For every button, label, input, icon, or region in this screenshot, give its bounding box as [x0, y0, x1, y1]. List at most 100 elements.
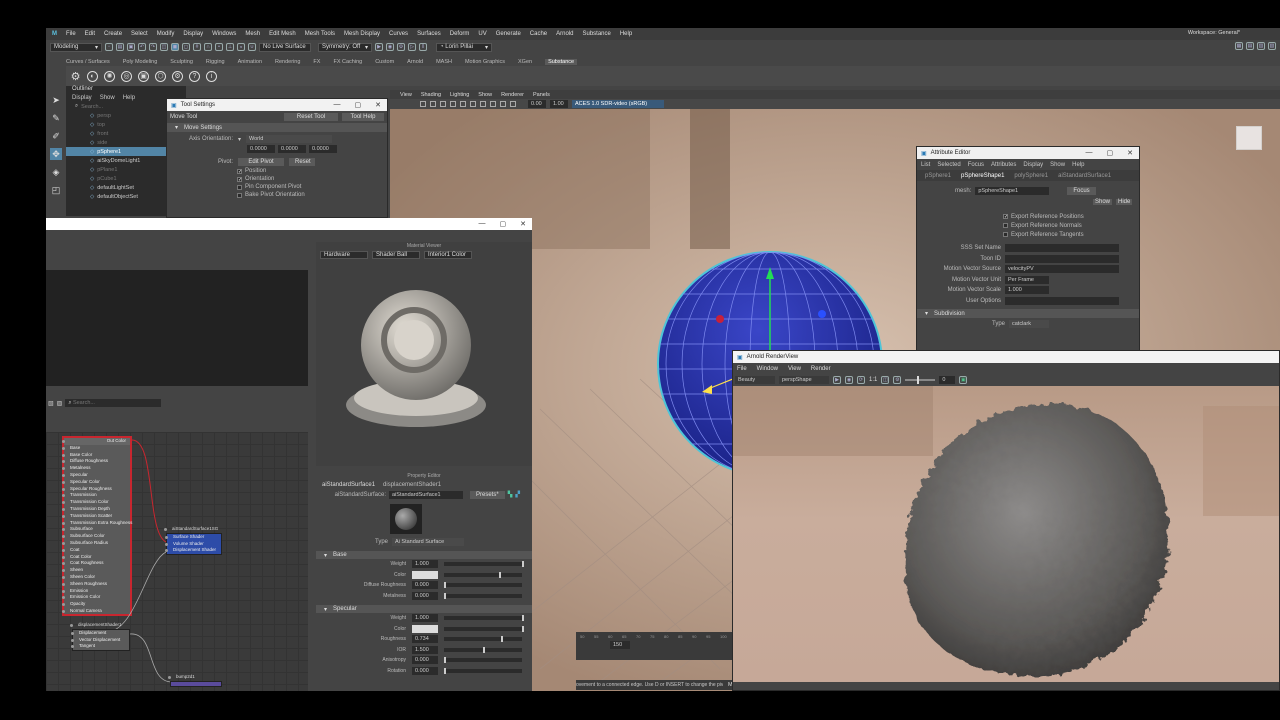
node-editor-graph[interactable]: Out Color Base Base Color Diffuse Roughnes…: [46, 432, 308, 691]
new-scene-icon[interactable]: ▫: [105, 43, 113, 51]
swatch-preview[interactable]: [390, 504, 422, 534]
menu-mesh-display[interactable]: Mesh Display: [344, 31, 380, 37]
select-hierarchy-icon[interactable]: ◫: [160, 43, 168, 51]
shelf-tab-fx-caching[interactable]: FX Caching: [333, 59, 362, 65]
menu-edit-mesh[interactable]: Edit Mesh: [269, 31, 296, 37]
ae-menu-selected[interactable]: Selected: [937, 162, 960, 168]
render-settings-icon[interactable]: ⚙: [397, 43, 405, 51]
arnold-shader-icon[interactable]: ⚙: [172, 70, 183, 82]
shadows-icon[interactable]: [470, 101, 476, 107]
ae-field-value[interactable]: [1005, 254, 1119, 263]
arnold-flush-icon[interactable]: ⬡: [155, 70, 166, 82]
select-tool-icon[interactable]: ➤: [50, 94, 62, 106]
mv-dropdown-hardware[interactable]: Hardware: [320, 251, 368, 259]
maximize-icon[interactable]: ▢: [355, 101, 362, 109]
viewcube-icon[interactable]: [1236, 126, 1262, 150]
ae-field-value[interactable]: 1.000: [1005, 286, 1049, 295]
arnold-tx-icon[interactable]: ▣: [138, 70, 149, 82]
ae-menu-list[interactable]: List: [921, 162, 930, 168]
renderview-titlebar[interactable]: ▣ Arnold RenderView: [733, 351, 1279, 363]
attr-value-field[interactable]: 0.000: [412, 591, 438, 600]
mv-dropdown-shader-ball[interactable]: Shader Ball: [372, 251, 420, 259]
settings-icon[interactable]: ⚙: [893, 376, 902, 384]
select-component-icon[interactable]: ◻: [182, 43, 190, 51]
symmetry-dropdown[interactable]: Symmetry: Off ▾: [318, 42, 372, 52]
viewport-menu-show[interactable]: Show: [478, 92, 492, 98]
attr-value-field[interactable]: 1.000: [412, 560, 438, 569]
attr-slider-handle[interactable]: [522, 625, 524, 632]
sg-port-displacement-shader[interactable]: Displacement Shader: [165, 547, 221, 554]
attr-slider-handle[interactable]: [444, 657, 446, 664]
subdiv-type-dropdown[interactable]: catclark: [1009, 320, 1049, 328]
paint-select-icon[interactable]: ✐: [50, 130, 62, 142]
attr-slider-handle[interactable]: [444, 582, 446, 589]
shading-group-node[interactable]: aiStandardSurface1SG Surface Shader Volum…: [164, 526, 222, 558]
snap-curve-icon[interactable]: ∩: [204, 43, 212, 51]
isolate-icon[interactable]: [500, 101, 506, 107]
bump2d-node[interactable]: bump2d1: [168, 674, 222, 690]
tab-aistandardsurface1[interactable]: aiStandardSurface1: [322, 482, 375, 488]
menu-help[interactable]: Help: [620, 31, 632, 37]
checkbox[interactable]: [237, 184, 242, 190]
shelf-tab-mash[interactable]: MASH: [436, 59, 452, 65]
ipr-icon[interactable]: ◉: [386, 43, 394, 51]
shelf-tab-arnold[interactable]: Arnold: [407, 59, 423, 65]
open-scene-icon[interactable]: ▤: [116, 43, 124, 51]
menu-edit[interactable]: Edit: [85, 31, 95, 37]
tool-help-button[interactable]: Tool Help: [342, 113, 384, 121]
shelf-tab-fx[interactable]: FX: [313, 59, 320, 65]
attr-value-field[interactable]: 0.734: [412, 635, 438, 644]
shelf-tab-sculpting[interactable]: Sculpting: [170, 59, 193, 65]
snap-point-icon[interactable]: •: [215, 43, 223, 51]
snap-view-icon[interactable]: ⊥: [226, 43, 234, 51]
ae-field-value[interactable]: Per Frame: [1005, 275, 1049, 284]
viewport-menu-lighting[interactable]: Lighting: [450, 92, 469, 98]
hypershade-titlebar[interactable]: — ▢ ✕: [46, 218, 532, 230]
ae-field-value[interactable]: [1005, 244, 1119, 253]
ae-tab-psphere1[interactable]: pSphere1: [925, 173, 951, 179]
sg-port-surface-shader[interactable]: Surface Shader: [165, 534, 221, 541]
gamma-field[interactable]: 1.00: [550, 100, 568, 108]
menu-mesh-tools[interactable]: Mesh Tools: [305, 31, 335, 37]
shelf-tab-animation[interactable]: Animation: [238, 59, 262, 65]
attr-value-field[interactable]: 1.500: [412, 645, 438, 654]
outliner-menu-help[interactable]: Help: [123, 95, 135, 101]
checkbox[interactable]: ✓: [1003, 214, 1008, 220]
close-icon[interactable]: ✕: [375, 101, 381, 109]
attr-slider-handle[interactable]: [444, 667, 446, 674]
checkbox[interactable]: ✓: [237, 176, 242, 182]
maximize-icon[interactable]: ▢: [500, 220, 507, 228]
attr-value-field[interactable]: 0.000: [412, 666, 438, 675]
attr-slider[interactable]: [444, 657, 522, 664]
ao-icon[interactable]: [480, 101, 486, 107]
arnold-render-icon[interactable]: ◐: [87, 70, 98, 82]
menu-substance[interactable]: Substance: [582, 31, 610, 37]
input-connection-icon[interactable]: ▞: [515, 491, 520, 498]
subdivision-section[interactable]: ▾ Subdivision: [917, 309, 1139, 318]
attr-slider[interactable]: [444, 571, 522, 578]
attr-value-field[interactable]: 0.000: [412, 581, 438, 590]
attr-slider[interactable]: [444, 636, 522, 643]
save-scene-icon[interactable]: ▣: [127, 43, 135, 51]
attribute-editor-titlebar[interactable]: ▣ Attribute Editor — ▢ ✕: [917, 147, 1139, 159]
checkbox[interactable]: [1003, 232, 1008, 237]
viewport-menu-view[interactable]: View: [400, 92, 412, 98]
rotate-tool-icon[interactable]: ◈: [50, 166, 62, 178]
shelf-tab-curves-surfaces[interactable]: Curves / Surfaces: [66, 59, 110, 65]
tool-settings-toggle-icon[interactable]: ▥: [1257, 42, 1265, 50]
snapshot-icon[interactable]: ▣: [959, 376, 968, 384]
clear-graph-icon[interactable]: ▨: [57, 400, 63, 407]
checkbox[interactable]: [1003, 223, 1008, 228]
type-dropdown[interactable]: Ai Standard Surface: [392, 538, 464, 546]
shelf-tab-rendering[interactable]: Rendering: [275, 59, 300, 65]
exposure-value[interactable]: 0: [939, 376, 956, 384]
lights-icon[interactable]: [460, 101, 466, 107]
camera-dropdown[interactable]: perspShape: [779, 376, 829, 384]
attr-slider-handle[interactable]: [522, 615, 524, 622]
checkbox[interactable]: [237, 192, 242, 198]
attr-slider[interactable]: [444, 646, 522, 653]
menu-modify[interactable]: Modify: [157, 31, 175, 37]
ae-menu-attributes[interactable]: Attributes: [991, 162, 1016, 168]
graph-network-icon[interactable]: ▧: [48, 400, 54, 407]
reset-tool-button[interactable]: Reset Tool: [284, 113, 338, 121]
